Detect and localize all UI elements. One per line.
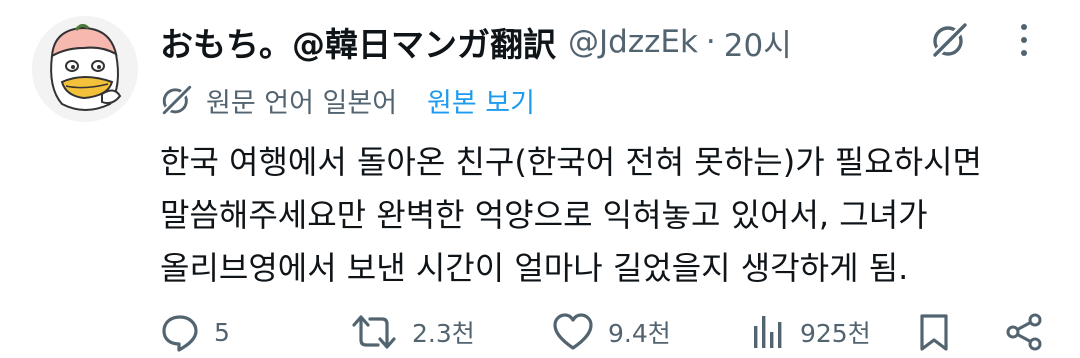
post-text: 한국 여행에서 돌아온 친구(한국어 전혀 못하는)가 필요하시면 말씀해주세요… <box>160 136 1060 295</box>
translation-label: 원문 언어 일본어 <box>206 87 398 119</box>
more-icon <box>1021 24 1027 30</box>
reply-icon <box>162 315 198 352</box>
author-handle[interactable]: @JdzzEk <box>568 24 698 60</box>
reply-button[interactable]: 5 <box>160 310 230 354</box>
repost-button[interactable]: 2.3천 <box>350 310 475 354</box>
grok-translate-icon <box>161 84 193 116</box>
post-time[interactable]: 20시 <box>724 20 792 65</box>
grok-button[interactable] <box>928 18 972 62</box>
show-original-link[interactable]: 원본 보기 <box>427 81 535 120</box>
bookmark-icon <box>920 314 948 351</box>
repost-count: 2.3천 <box>412 319 475 348</box>
views-button[interactable]: 925천 <box>750 310 871 354</box>
avatar[interactable] <box>32 16 138 122</box>
like-button[interactable]: 9.4천 <box>552 310 671 354</box>
author-name[interactable]: おもち。@韓日マンガ翻訳 <box>160 18 556 66</box>
share-icon <box>1006 313 1042 351</box>
duck-avatar-icon <box>32 16 138 122</box>
post-text-line: 말씀해주세요만 완벽한 억양으로 익혀놓고 있어서, 그녀가 <box>160 196 928 234</box>
repost-icon <box>352 315 396 349</box>
post-text-line: 올리브영에서 보낸 시간이 얼마나 길었을지 생각하게 됨. <box>160 249 909 287</box>
heart-icon <box>553 313 593 350</box>
bookmark-button[interactable] <box>916 310 952 354</box>
views-icon <box>754 316 782 348</box>
grok-icon <box>932 22 968 58</box>
action-bar: 5 2.3천 9.4천 925천 <box>160 310 1050 354</box>
post-header: おもち。@韓日マンガ翻訳 @JdzzEk · 20시 <box>160 18 792 66</box>
like-count: 9.4천 <box>608 319 671 348</box>
translation-row: 원문 언어 일본어 원본 보기 <box>160 78 535 122</box>
separator-dot: · <box>705 24 716 60</box>
reply-count: 5 <box>214 317 230 347</box>
views-count: 925천 <box>800 319 871 348</box>
share-button[interactable] <box>1004 310 1044 354</box>
more-button[interactable] <box>1010 18 1038 62</box>
post-text-line: 한국 여행에서 돌아온 친구(한국어 전혀 못하는)가 필요하시면 <box>160 143 983 181</box>
